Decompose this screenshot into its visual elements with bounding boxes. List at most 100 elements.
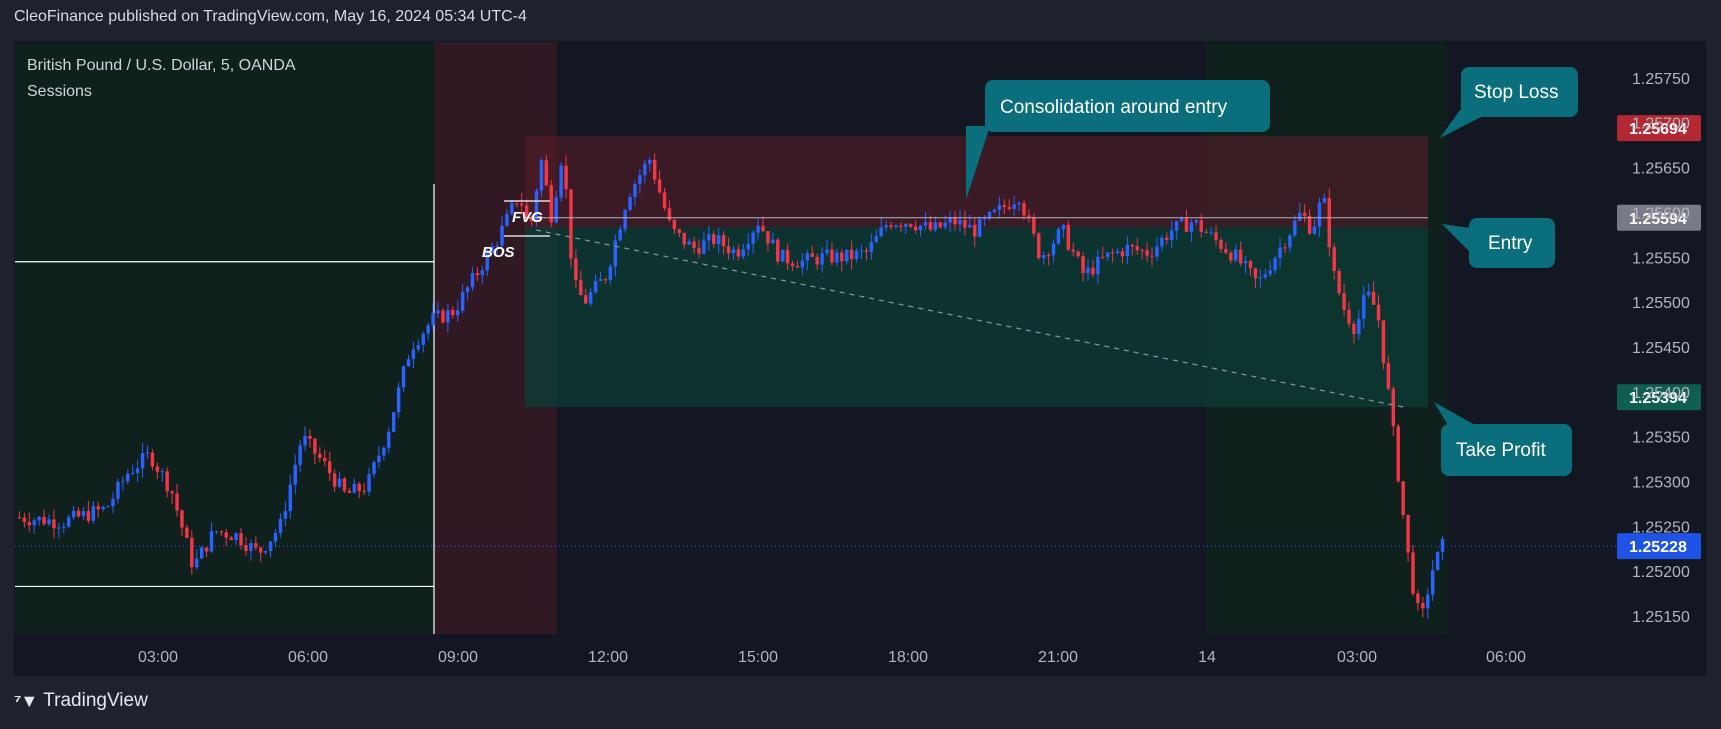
candle-body <box>835 252 839 263</box>
candle-body <box>1110 252 1115 254</box>
candle-body <box>480 270 485 276</box>
candle-body <box>633 184 637 198</box>
candle-body <box>436 310 440 314</box>
candle-body <box>219 531 224 533</box>
candle-body <box>973 224 977 237</box>
chart-legend: British Pound / U.S. Dollar, 5, OANDA Se… <box>27 53 296 105</box>
consolidation-text: Consolidation around entry <box>1000 97 1228 118</box>
candle-body <box>406 359 411 367</box>
candle-body <box>790 263 795 267</box>
candle-body <box>1342 293 1346 310</box>
candle-body <box>1017 203 1021 205</box>
indicator-label[interactable]: Sessions <box>27 79 296 105</box>
candle-body <box>234 533 238 541</box>
candle-body <box>431 313 435 326</box>
candle-body <box>982 218 987 220</box>
candle-body <box>628 197 632 211</box>
candle-body <box>91 506 96 521</box>
candle-body <box>1357 318 1361 334</box>
take-profit-callout[interactable]: Take Profit <box>1434 402 1572 476</box>
candle-body <box>347 490 352 493</box>
candle-body <box>475 273 480 276</box>
candle-body <box>953 218 957 225</box>
candle-body <box>377 455 381 463</box>
time-axis[interactable]: 03:00 06:00 09:00 12:00 15:00 18:00 21:00 14 03:… <box>138 649 1526 666</box>
candle-body <box>32 520 36 526</box>
candle-body <box>1125 244 1130 257</box>
candle-body <box>259 547 263 553</box>
candle-body <box>1376 304 1381 321</box>
entry-callout[interactable]: Entry <box>1442 218 1555 268</box>
candle-body <box>170 491 174 494</box>
candle-body <box>47 519 51 525</box>
candle-body <box>308 435 312 439</box>
y-tick-label: 1.25150 <box>1632 609 1690 626</box>
candle-body <box>441 310 445 323</box>
candle-body <box>1362 295 1366 319</box>
candle-body <box>854 250 859 259</box>
entry-text: Entry <box>1488 233 1533 254</box>
candle-body <box>367 474 371 492</box>
candle-body <box>37 516 41 521</box>
candle-body <box>465 287 470 293</box>
candle-body <box>1145 250 1149 256</box>
candle-body <box>1293 220 1297 236</box>
candle-body <box>86 511 91 521</box>
candle-body <box>1037 233 1041 259</box>
price-badge-label: 1.25228 <box>1629 539 1687 556</box>
candle-body <box>313 438 317 454</box>
candle-body <box>1248 261 1253 269</box>
footer-branding[interactable]: ⁷▼ TradingView <box>14 690 148 712</box>
candle-body <box>771 239 775 244</box>
candle-body <box>224 532 228 538</box>
y-tick-label: 1.25300 <box>1632 475 1690 492</box>
fvg-label: FVG <box>512 209 543 226</box>
candle-body <box>1386 363 1391 389</box>
candle-body <box>815 256 819 265</box>
candle-body <box>1322 198 1327 203</box>
session-bg-asia <box>15 42 434 634</box>
x-tick-label: 03:00 <box>1337 649 1377 666</box>
tradingview-logo-icon: ⁷▼ <box>14 690 38 711</box>
candle-body <box>283 511 288 519</box>
take-profit-zone[interactable] <box>525 227 1428 407</box>
candle-body <box>145 452 150 454</box>
candle-body <box>716 235 721 245</box>
candle-body <box>963 219 967 228</box>
candle-body <box>1312 226 1317 234</box>
price-chart[interactable]: 1.256941.255941.253941.25228 FVG BOS Con… <box>0 0 1721 729</box>
x-tick-label: 06:00 <box>288 649 328 666</box>
candle-body <box>1046 255 1051 257</box>
candle-body <box>830 249 834 263</box>
candle-body <box>598 279 603 281</box>
candle-body <box>17 517 22 519</box>
candle-body <box>899 225 903 227</box>
candle-body <box>214 531 219 533</box>
candle-body <box>913 226 918 231</box>
candle-body <box>249 543 253 551</box>
take-profit-text: Take Profit <box>1456 440 1546 461</box>
candle-body <box>672 219 677 230</box>
candle-body <box>130 472 135 474</box>
candle-body <box>1022 203 1026 216</box>
candle-body <box>318 453 322 458</box>
candle-body <box>426 325 430 334</box>
candle-body <box>1160 237 1164 247</box>
candle-body <box>327 461 332 474</box>
candle-body <box>662 192 667 209</box>
candle-body <box>1238 249 1243 264</box>
candle-body <box>1189 222 1194 232</box>
candle-body <box>1179 218 1184 222</box>
candle-body <box>756 225 760 233</box>
candle-body <box>391 412 396 432</box>
symbol-title[interactable]: British Pound / U.S. Dollar, 5, OANDA <box>27 53 296 79</box>
bos-label: BOS <box>482 244 515 261</box>
candle-body <box>1032 217 1036 234</box>
candle-body <box>746 243 750 250</box>
candle-body <box>81 511 86 517</box>
candle-body <box>1214 232 1218 240</box>
candle-body <box>337 478 342 487</box>
stop-loss-callout[interactable]: Stop Loss <box>1440 67 1578 138</box>
candle-body <box>682 232 686 245</box>
candle-body <box>1165 237 1169 240</box>
